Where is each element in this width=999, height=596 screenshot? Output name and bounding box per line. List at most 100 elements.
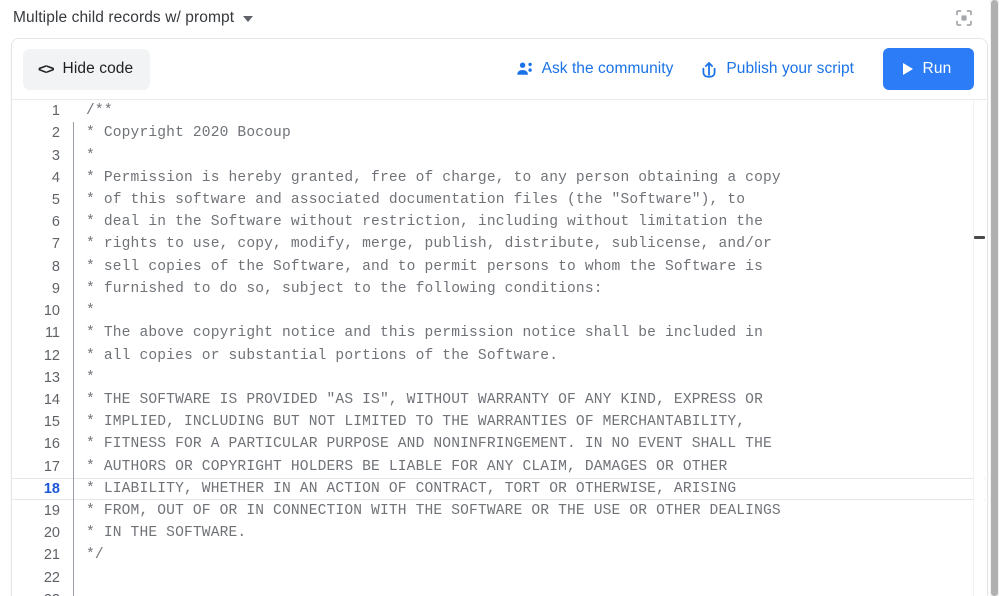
code-line[interactable]: 10 *: [12, 299, 987, 323]
ask-the-community-label: Ask the community: [541, 60, 674, 77]
code-line-text: *: [86, 147, 95, 164]
line-number: 19: [43, 503, 60, 520]
editor-vertical-scrollbar[interactable]: [973, 100, 985, 596]
editor-scroll-position-marker[interactable]: [974, 236, 985, 239]
code-line-text: /**: [86, 103, 113, 120]
code-line[interactable]: 23: [12, 588, 987, 596]
code-lines-container[interactable]: 1/** 2 * Copyright 2020 Bocoup 3 * 4 * Permiss…: [12, 100, 987, 596]
line-number: 1: [51, 103, 60, 120]
app-window: Multiple child records w/ prompt <> Hide…: [0, 0, 999, 596]
code-line[interactable]: 12 * all copies or substantial portions o…: [12, 344, 987, 367]
hide-code-label: Hide code: [62, 60, 134, 77]
indent-guide: [64, 100, 83, 122]
code-line-text: * FROM, OUT OF OR IN CONNECTION WITH THE…: [86, 503, 781, 520]
line-number: 8: [51, 258, 60, 275]
code-brackets-icon: <>: [38, 60, 55, 78]
fullscreen-focus-icon[interactable]: [954, 8, 974, 28]
code-line[interactable]: 22: [12, 566, 987, 590]
line-number: 4: [51, 169, 60, 186]
code-line[interactable]: 9 * furnished to do so, subject to the fo…: [12, 277, 987, 301]
code-line[interactable]: 20 * IN THE SOFTWARE.: [12, 522, 987, 545]
indent-guide: [64, 144, 83, 167]
line-number: 14: [43, 391, 60, 408]
code-line[interactable]: 11 * The above copyright notice and this …: [12, 322, 987, 345]
indent-guide: [64, 411, 83, 434]
line-number: 21: [43, 547, 60, 564]
indent-guide: [64, 366, 83, 390]
indent-guide: [64, 544, 83, 567]
code-line-text: */: [86, 547, 104, 564]
code-line[interactable]: 14 * THE SOFTWARE IS PROVIDED "AS IS", WI…: [12, 388, 987, 412]
code-line[interactable]: 7 * rights to use, copy, modify, merge, p…: [12, 233, 987, 256]
page-scrollbar-thumb[interactable]: [991, 0, 998, 596]
indent-guide: [64, 322, 83, 345]
code-line-text: * furnished to do so, subject to the fol…: [86, 280, 603, 297]
code-line[interactable]: 6 * deal in the Software without restrict…: [12, 211, 987, 234]
code-line-text: * of this software and associated docume…: [86, 191, 746, 208]
indent-guide: [64, 277, 83, 301]
code-line[interactable]: 5 * of this software and associated docum…: [12, 188, 987, 212]
code-line[interactable]: 8 * sell copies of the Software, and to p…: [12, 255, 987, 278]
indent-guide: [64, 211, 83, 234]
chevron-down-icon[interactable]: [243, 16, 254, 22]
code-line[interactable]: 4 * Permission is hereby granted, free of…: [12, 166, 987, 190]
code-line[interactable]: 2 * Copyright 2020 Bocoup: [12, 122, 987, 145]
line-number: 12: [43, 347, 60, 364]
code-line[interactable]: 1 /**: [12, 100, 987, 122]
code-line[interactable]: 17 * AUTHORS OR COPYRIGHT HOLDERS BE LIAB…: [12, 455, 987, 478]
code-line-text: * AUTHORS OR COPYRIGHT HOLDERS BE LIABLE…: [86, 458, 728, 475]
indent-guide: [64, 188, 83, 212]
indent-guide: [64, 299, 83, 323]
code-editor[interactable]: 1/** 2 * Copyright 2020 Bocoup 3 * 4 * Permiss…: [12, 99, 987, 596]
code-line[interactable]: 18 * LIABILITY, WHETHER IN AN ACTION OF C…: [12, 477, 987, 501]
code-line-text: * all copies or substantial portions of …: [86, 347, 559, 364]
code-line-text: * FITNESS FOR A PARTICULAR PURPOSE AND N…: [86, 436, 772, 453]
code-line[interactable]: 19 * FROM, OUT OF OR IN CONNECTION WITH T…: [12, 499, 987, 523]
code-line-text: * Copyright 2020 Bocoup: [86, 125, 291, 142]
editor-toolbar: <> Hide code Ask the community Publish y…: [12, 39, 987, 99]
code-line-text: * IMPLIED, INCLUDING BUT NOT LIMITED TO …: [86, 414, 746, 431]
code-line[interactable]: 21 */: [12, 544, 987, 567]
line-number: 2: [51, 125, 60, 142]
indent-guide: [64, 388, 83, 412]
code-line-text: * IN THE SOFTWARE.: [86, 525, 247, 542]
indent-guide: [64, 233, 83, 256]
code-line[interactable]: 15 * IMPLIED, INCLUDING BUT NOT LIMITED T…: [12, 411, 987, 434]
line-number: 15: [43, 414, 60, 431]
code-line-text: *: [86, 369, 95, 386]
line-number: 3: [51, 147, 60, 164]
ask-the-community-link[interactable]: Ask the community: [516, 60, 674, 78]
run-button[interactable]: Run: [883, 48, 974, 90]
line-number: 6: [51, 214, 60, 231]
publish-your-script-link[interactable]: Publish your script: [700, 60, 854, 78]
code-line-text: * THE SOFTWARE IS PROVIDED "AS IS", WITH…: [86, 391, 763, 408]
code-line[interactable]: 16 * FITNESS FOR A PARTICULAR PURPOSE AND…: [12, 433, 987, 456]
code-line[interactable]: 13 *: [12, 366, 987, 390]
code-line-text: * rights to use, copy, modify, merge, pu…: [86, 236, 772, 253]
indent-guide: [64, 433, 83, 456]
indent-guide: [64, 477, 83, 501]
code-line-text: *: [86, 303, 95, 320]
code-line-text: * Permission is hereby granted, free of …: [86, 169, 781, 186]
upload-icon: [702, 62, 716, 78]
code-line[interactable]: 3 *: [12, 144, 987, 167]
page-vertical-scrollbar[interactable]: [990, 0, 999, 596]
run-button-label: Run: [922, 60, 952, 77]
indent-guide: [64, 566, 83, 590]
indent-guide: [64, 588, 83, 596]
titlebar: Multiple child records w/ prompt: [0, 0, 990, 36]
line-number: 23: [12, 592, 64, 596]
indent-guide: [64, 344, 83, 367]
indent-guide: [64, 166, 83, 190]
line-number: 16: [43, 436, 60, 453]
hide-code-button[interactable]: <> Hide code: [23, 48, 151, 90]
publish-your-script-label: Publish your script: [726, 60, 854, 77]
indent-guide: [64, 522, 83, 545]
line-number: 7: [51, 236, 60, 253]
code-line-text: * sell copies of the Software, and to pe…: [86, 258, 763, 275]
line-number: 20: [43, 525, 60, 542]
line-number: 22: [43, 569, 60, 586]
indent-guide: [64, 455, 83, 478]
people-icon: [516, 62, 532, 75]
code-line-text: * deal in the Software without restricti…: [86, 214, 763, 231]
